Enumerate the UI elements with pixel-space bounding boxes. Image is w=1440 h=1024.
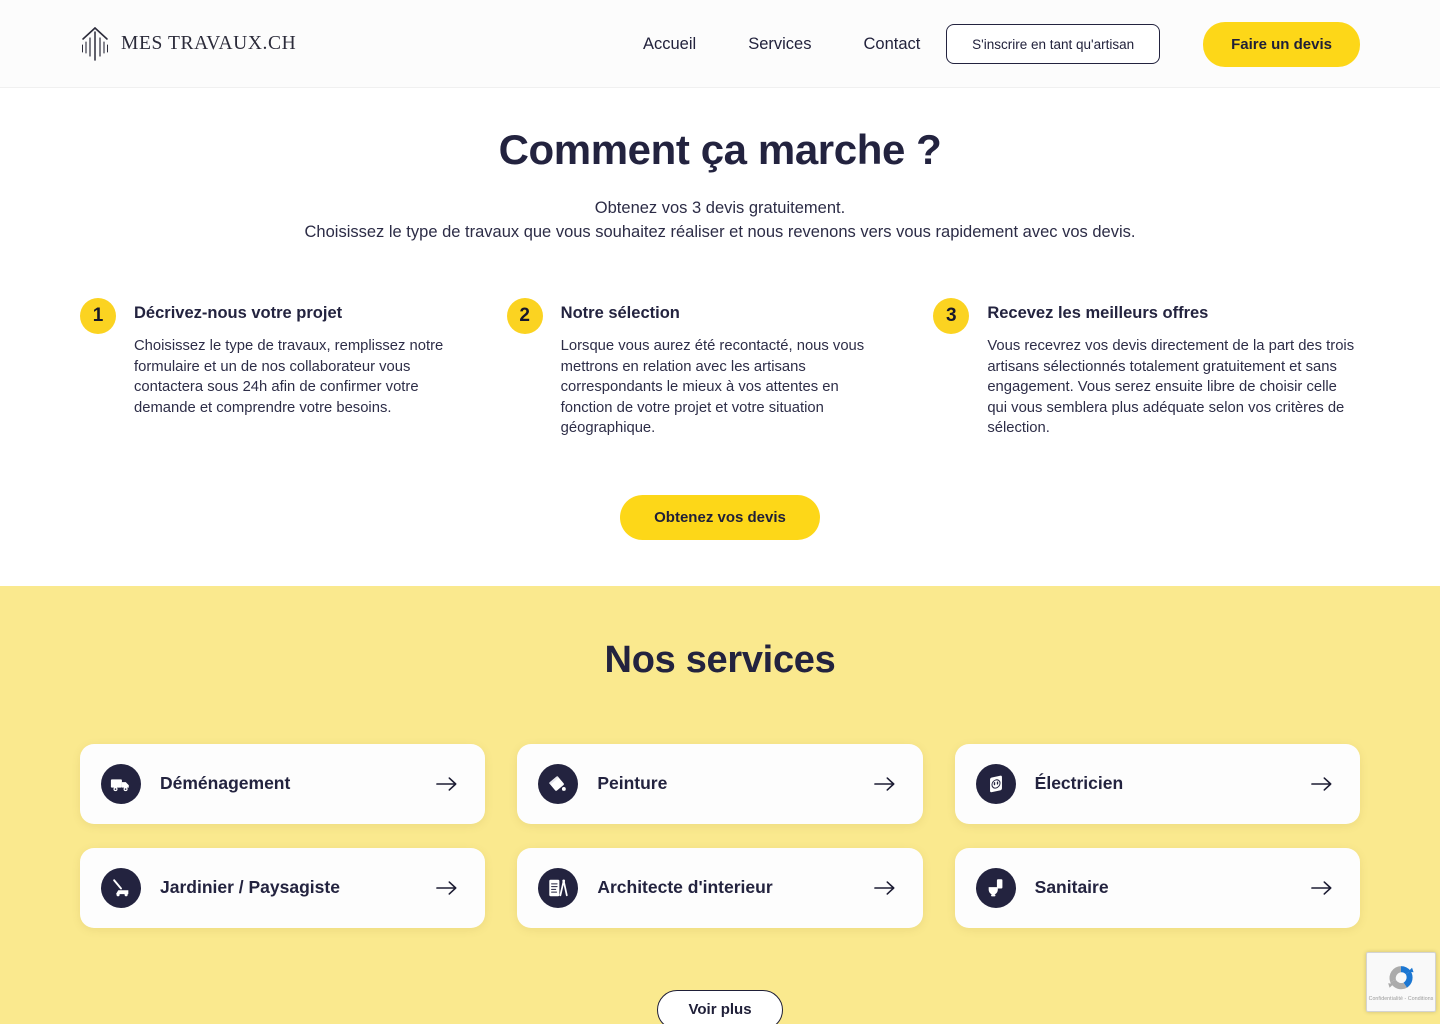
service-label: Architecte d'interieur xyxy=(597,877,773,897)
step-title: Décrivez-nous votre projet xyxy=(134,304,343,322)
service-card-demenagement[interactable]: Déménagement xyxy=(80,743,486,824)
blueprint-compass-icon xyxy=(538,867,579,908)
get-quotes-button[interactable]: Obtenez vos devis xyxy=(620,494,820,540)
arrow-right-icon[interactable] xyxy=(435,876,459,900)
see-more-button[interactable]: Voir plus xyxy=(657,989,783,1024)
service-card-jardinier[interactable]: Jardinier / Paysagiste xyxy=(80,847,486,928)
services-section: Nos services Déménagement Peinture Élect… xyxy=(0,585,1440,1024)
step-description: Lorsque vous aurez été recontacté, nous … xyxy=(560,338,865,436)
how-it-works-section: Comment ça marche ? Obtenez vos 3 devis … xyxy=(0,88,1440,586)
nav-item-accueil[interactable]: Accueil xyxy=(643,27,696,62)
service-label: Peinture xyxy=(597,773,668,793)
service-label: Déménagement xyxy=(160,773,291,793)
toilet-icon xyxy=(975,867,1016,908)
nav-item-contact[interactable]: Contact xyxy=(863,27,920,62)
signup-artisan-button[interactable]: S'inscrire en tant qu'artisan xyxy=(946,24,1161,64)
arrow-right-icon[interactable] xyxy=(873,876,897,900)
main-navigation: Accueil Services Contact xyxy=(643,0,920,88)
page-title: Comment ça marche ? xyxy=(498,126,942,173)
step-number-badge: 1 xyxy=(80,298,116,334)
paint-bucket-icon xyxy=(538,763,579,804)
subtitle-line-2: Choisissez le type de travaux que vous s… xyxy=(304,223,1136,241)
recaptcha-icon xyxy=(1384,961,1418,995)
step-item-3: 3 Recevez les meilleurs offres Vous rece… xyxy=(933,297,1360,439)
step-body: Décrivez-nous votre projet Choisissez le… xyxy=(134,297,471,418)
step-body: Recevez les meilleurs offres Vous recevr… xyxy=(987,297,1360,439)
step-title: Recevez les meilleurs offres xyxy=(987,304,1209,322)
service-label: Jardinier / Paysagiste xyxy=(160,877,340,897)
nav-item-services[interactable]: Services xyxy=(748,27,811,62)
arrow-right-icon[interactable] xyxy=(435,772,459,796)
brand-logo[interactable]: MES TRAVAUX.CH xyxy=(80,26,296,62)
service-label: Électricien xyxy=(1034,773,1124,793)
arrow-right-icon[interactable] xyxy=(1310,772,1334,796)
power-outlet-icon xyxy=(975,763,1016,804)
recaptcha-links[interactable]: Confidentialité - Conditions xyxy=(1369,996,1434,1002)
services-more-container: Voir plus xyxy=(80,989,1360,1024)
step-item-2: 2 Notre sélection Lorsque vous aurez été… xyxy=(506,297,934,439)
service-card-architecte[interactable]: Architecte d'interieur xyxy=(517,847,923,928)
page-subtitle: Obtenez vos 3 devis gratuitement. Choisi… xyxy=(80,196,1360,244)
service-card-electricien[interactable]: Électricien xyxy=(954,743,1360,824)
brand-name: MES TRAVAUX.CH xyxy=(121,32,297,54)
moving-truck-icon xyxy=(101,763,141,804)
services-grid: Déménagement Peinture Électricien Jardin… xyxy=(80,743,1360,928)
lawnmower-icon xyxy=(101,867,141,908)
step-description: Choisissez le type de travaux, remplisse… xyxy=(134,338,444,416)
service-label: Sanitaire xyxy=(1034,877,1109,897)
request-quote-button[interactable]: Faire un devis xyxy=(1203,21,1360,67)
arrow-right-icon[interactable] xyxy=(873,772,897,796)
header-actions: S'inscrire en tant qu'artisan Faire un d… xyxy=(946,0,1360,88)
step-title: Notre sélection xyxy=(560,304,680,322)
step-description: Vous recevrez vos devis directement de l… xyxy=(987,338,1355,436)
arrow-right-icon[interactable] xyxy=(1310,876,1334,900)
subtitle-line-1: Obtenez vos 3 devis gratuitement. xyxy=(594,199,846,217)
step-number-badge: 2 xyxy=(506,298,543,334)
recaptcha-badge[interactable]: Confidentialité - Conditions xyxy=(1366,952,1436,1012)
site-header: MES TRAVAUX.CH Accueil Services Contact … xyxy=(0,0,1440,88)
step-item-1: 1 Décrivez-nous votre projet Choisissez … xyxy=(80,297,507,439)
services-title: Nos services xyxy=(604,638,836,681)
step-body: Notre sélection Lorsque vous aurez été r… xyxy=(561,297,872,439)
howto-cta-container: Obtenez vos devis xyxy=(80,494,1360,586)
steps-list: 1 Décrivez-nous votre projet Choisissez … xyxy=(80,297,1360,439)
service-card-sanitaire[interactable]: Sanitaire xyxy=(954,847,1360,928)
house-columns-icon xyxy=(80,26,110,62)
service-card-peinture[interactable]: Peinture xyxy=(517,743,923,824)
step-number-badge: 3 xyxy=(933,298,970,334)
